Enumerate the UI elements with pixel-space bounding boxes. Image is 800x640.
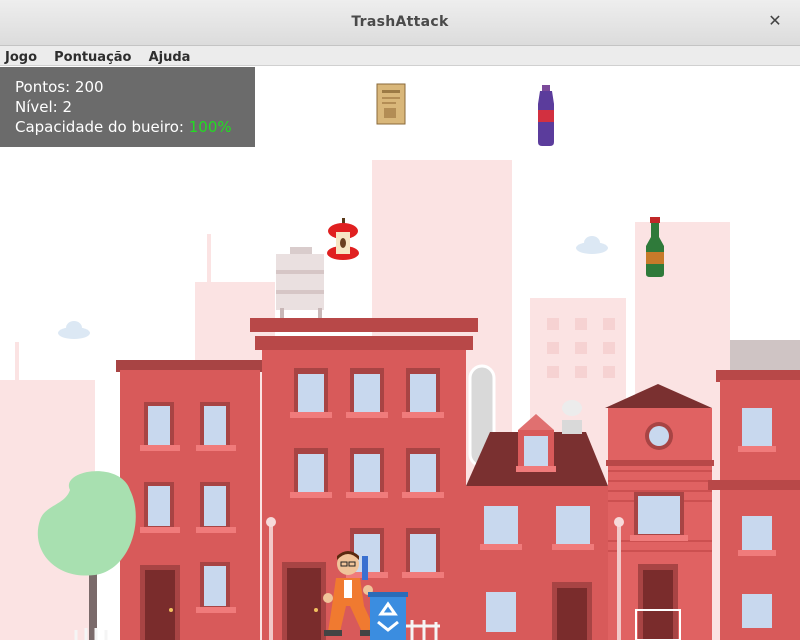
window-title: TrashAttack bbox=[351, 14, 449, 30]
score-label: Pontos: bbox=[15, 78, 71, 96]
game-canvas[interactable] bbox=[0, 67, 800, 640]
menu-ajuda[interactable]: Ajuda bbox=[143, 48, 197, 67]
menu-bar: Jogo Pontuação Ajuda bbox=[0, 46, 800, 66]
window-titlebar: TrashAttack ✕ bbox=[0, 0, 800, 46]
menu-pontuacao[interactable]: Pontuação bbox=[48, 48, 137, 67]
level-label: Nível: bbox=[15, 98, 58, 116]
capacity-row: Capacidade do bueiro: 100% bbox=[15, 117, 255, 137]
level-row: Nível: 2 bbox=[15, 97, 255, 117]
score-value: 200 bbox=[74, 78, 104, 96]
score-panel: Pontos: 200 Nível: 2 Capacidade do bueir… bbox=[0, 67, 255, 147]
player-layer bbox=[323, 551, 408, 640]
score-row: Pontos: 200 bbox=[15, 77, 255, 97]
recycle-bin-icon[interactable] bbox=[368, 592, 408, 640]
capacity-value: 100% bbox=[188, 118, 232, 136]
menu-jogo[interactable]: Jogo bbox=[0, 48, 43, 67]
capacity-label: Capacidade do bueiro: bbox=[15, 118, 184, 136]
close-icon[interactable]: ✕ bbox=[766, 12, 784, 30]
level-value: 2 bbox=[62, 98, 73, 116]
